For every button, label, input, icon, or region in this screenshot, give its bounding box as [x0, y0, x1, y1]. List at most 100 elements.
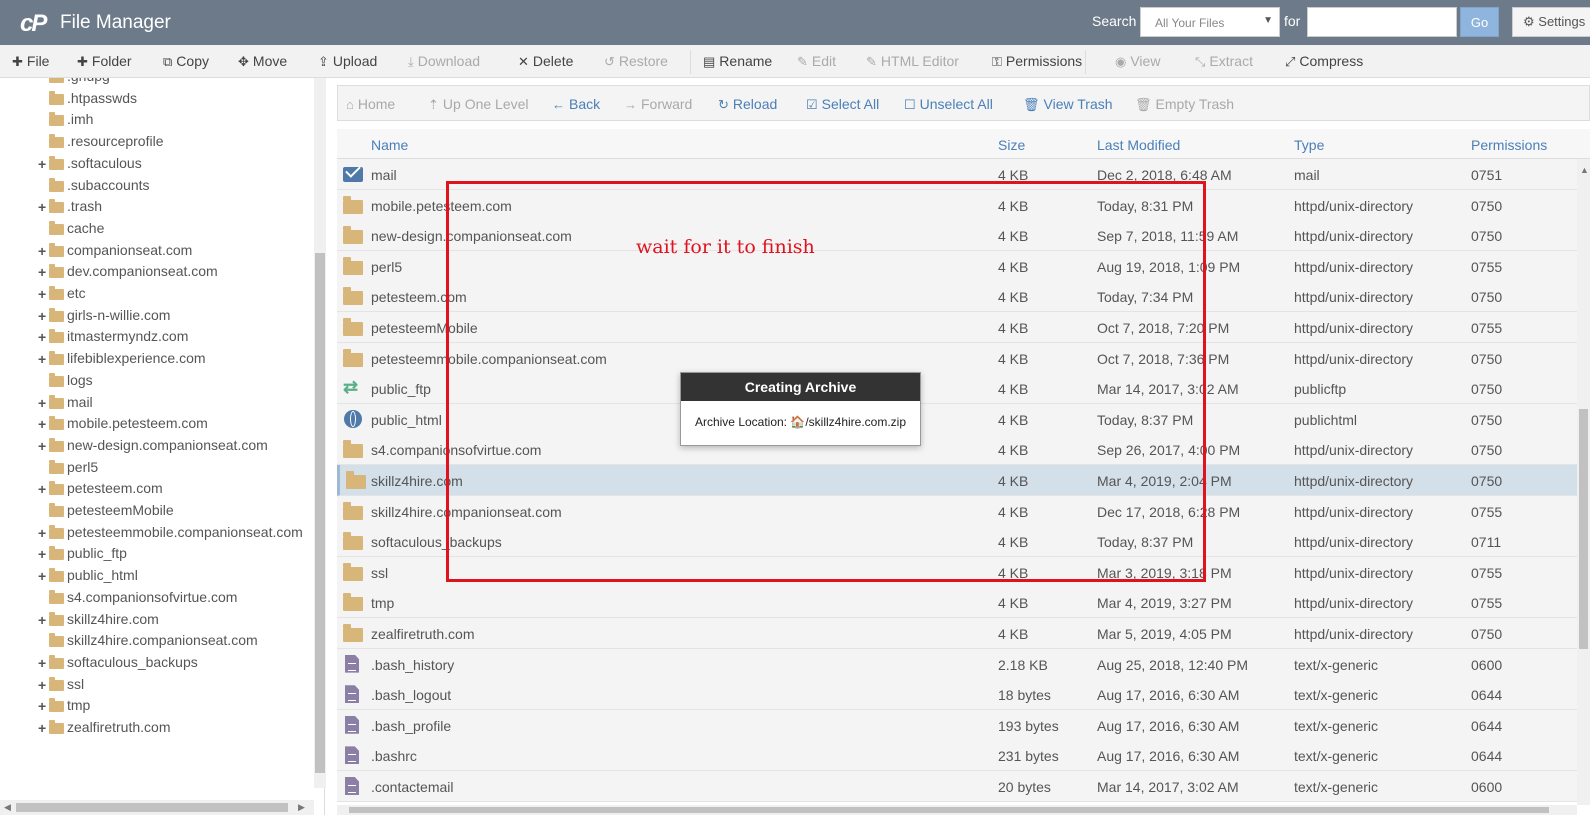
scrollbar-thumb[interactable]: [315, 253, 325, 773]
table-row[interactable]: tmp 4 KB Mar 4, 2019, 3:27 PM httpd/unix-di…: [337, 587, 1577, 619]
edit-button[interactable]: ✎ Edit: [797, 53, 836, 70]
view-button[interactable]: ◉ View: [1115, 53, 1160, 70]
sidebar-horizontal-scrollbar[interactable]: ◀ ▶: [0, 800, 314, 815]
compress-icon: ⤢: [1285, 54, 1296, 69]
tree-item-label: .subaccounts: [67, 176, 150, 193]
column-header-name[interactable]: Name: [371, 137, 408, 153]
cell-type: httpd/unix-directory: [1294, 350, 1414, 367]
folder-icon: [343, 440, 363, 459]
cell-perms: 0750: [1471, 473, 1503, 489]
expand-plus-icon[interactable]: +: [38, 351, 48, 367]
rename-button[interactable]: ▤ Rename: [703, 53, 772, 70]
permissions-button[interactable]: ⚿ Permissions: [992, 53, 1082, 70]
scrollbar-thumb[interactable]: [1579, 409, 1588, 649]
tree-item-label: girls-n-willie.com: [67, 306, 171, 323]
expand-plus-icon[interactable]: +: [38, 546, 48, 562]
expand-plus-icon[interactable]: +: [38, 438, 48, 454]
cell-type: httpd/unix-directory: [1294, 289, 1414, 306]
expand-plus-icon[interactable]: +: [38, 698, 48, 714]
cell-perms: 0755: [1471, 595, 1503, 612]
table-row[interactable]: .bash_profile 193 bytes Aug 17, 2016, 6:30…: [337, 709, 1577, 741]
expand-plus-icon[interactable]: +: [38, 264, 48, 280]
toolbar-label: Upload: [332, 53, 378, 69]
expand-plus-icon[interactable]: +: [38, 243, 48, 259]
scrollbar-thumb[interactable]: [349, 807, 1549, 813]
document-icon: [345, 777, 359, 795]
expand-plus-icon[interactable]: +: [38, 655, 48, 671]
folder-icon: [49, 112, 64, 127]
expand-plus-icon[interactable]: +: [38, 481, 48, 497]
scrollbar-thumb[interactable]: [16, 803, 288, 812]
file-button[interactable]: ✚ File: [12, 53, 49, 70]
home-icon: 🏠: [790, 415, 806, 429]
restore-button[interactable]: ↺ Restore: [604, 53, 668, 70]
edit-icon: ✎: [797, 54, 808, 69]
cell-modified: Aug 25, 2018, 12:40 PM: [1097, 656, 1248, 673]
search-scope-select[interactable]: All Your Files ▼: [1140, 7, 1280, 37]
table-row[interactable]: .bash_history 2.18 KB Aug 25, 2018, 12:40 …: [337, 648, 1577, 680]
compress-button[interactable]: ⤢ Compress: [1285, 53, 1363, 70]
sidebar-vertical-scrollbar[interactable]: [314, 78, 326, 788]
download-button[interactable]: ⤓ Download: [408, 53, 480, 70]
extract-button[interactable]: ⤡ Extract: [1195, 53, 1253, 70]
back-button[interactable]: ← Back: [552, 96, 600, 112]
cell-type: httpd/unix-directory: [1294, 442, 1414, 459]
scroll-up-icon[interactable]: ▲: [1580, 165, 1589, 175]
column-header-size[interactable]: Size: [998, 137, 1025, 153]
expand-plus-icon[interactable]: +: [38, 612, 48, 628]
move-button[interactable]: ✥ Move: [238, 53, 287, 70]
reload-button[interactable]: ↻ Reload: [718, 96, 777, 113]
view-trash-button[interactable]: 🗑 View Trash: [1023, 96, 1113, 113]
copy-button[interactable]: ⧉ Copy: [163, 53, 209, 70]
tree-item-label: dev.companionseat.com: [67, 263, 218, 280]
empty-trash-button[interactable]: 🗑 Empty Trash: [1135, 96, 1234, 113]
html-editor-button[interactable]: ✎ HTML Editor: [866, 53, 959, 70]
table-vertical-scrollbar[interactable]: ▲: [1577, 159, 1590, 805]
column-header-type[interactable]: Type: [1294, 137, 1324, 153]
cell-modified: Mar 5, 2019, 4:05 PM: [1097, 626, 1232, 642]
expand-plus-icon[interactable]: +: [38, 395, 48, 411]
search-input[interactable]: [1307, 7, 1457, 37]
delete-button[interactable]: ✕ Delete: [518, 53, 573, 70]
tree-item-label: petesteemMobile: [67, 502, 174, 518]
select-all-button[interactable]: ☑ Select All: [806, 96, 879, 113]
expand-plus-icon[interactable]: +: [38, 720, 48, 736]
go-button[interactable]: Go: [1460, 7, 1499, 37]
cell-size: 4 KB: [998, 626, 1029, 642]
expand-plus-icon[interactable]: +: [38, 677, 48, 693]
expand-plus-icon[interactable]: +: [38, 329, 48, 345]
forward-button[interactable]: → Forward: [624, 96, 692, 112]
column-header-last-modified[interactable]: Last Modified: [1097, 137, 1180, 153]
cell-modified: Aug 17, 2016, 6:30 AM: [1097, 687, 1240, 704]
scroll-right-icon[interactable]: ▶: [298, 802, 305, 813]
column-header-permissions[interactable]: Permissions: [1471, 137, 1547, 153]
cell-perms: 0600: [1471, 779, 1503, 795]
tree-item-label: public_ftp: [67, 545, 127, 562]
expand-plus-icon[interactable]: +: [38, 156, 48, 172]
expand-plus-icon[interactable]: +: [38, 568, 48, 584]
table-row[interactable]: .bashrc 231 bytes Aug 17, 2016, 6:30 AM tex…: [337, 740, 1577, 772]
table-row[interactable]: zealfiretruth.com 4 KB Mar 5, 2019, 4:05 P…: [337, 618, 1577, 649]
top-header: cP File Manager Search All Your Files ▼ …: [0, 0, 1590, 45]
scroll-left-icon[interactable]: ◀: [4, 802, 11, 813]
table-horizontal-scrollbar[interactable]: [337, 805, 1577, 815]
table-row[interactable]: .bash_logout 18 bytes Aug 17, 2016, 6:30 A…: [337, 679, 1577, 711]
table-row[interactable]: .contactemail 20 bytes Mar 14, 2017, 3:02 …: [337, 771, 1577, 802]
home-button[interactable]: ⌂ Home: [346, 96, 395, 112]
unselect-all-button[interactable]: ☐ Unselect All: [904, 96, 993, 113]
settings-button[interactable]: ⚙ Settings: [1512, 7, 1590, 37]
cell-type: httpd/unix-directory: [1294, 503, 1414, 520]
upload-button[interactable]: ⇪ Upload: [318, 53, 377, 70]
expand-plus-icon[interactable]: +: [38, 199, 48, 215]
dialog-title: Creating Archive: [681, 373, 920, 401]
cpanel-logo-icon[interactable]: cP: [20, 10, 47, 38]
delete-icon: ✕: [518, 54, 529, 69]
expand-plus-icon[interactable]: +: [38, 525, 48, 541]
folder-button[interactable]: ✚ Folder: [77, 53, 132, 70]
expand-plus-icon[interactable]: +: [38, 416, 48, 432]
expand-plus-icon[interactable]: +: [38, 286, 48, 302]
up-one-level-button[interactable]: ⇡ Up One Level: [428, 96, 529, 113]
cell-type: httpd/unix-directory: [1294, 595, 1414, 612]
expand-plus-icon[interactable]: +: [38, 308, 48, 324]
html-editor-icon: ✎: [866, 54, 877, 69]
